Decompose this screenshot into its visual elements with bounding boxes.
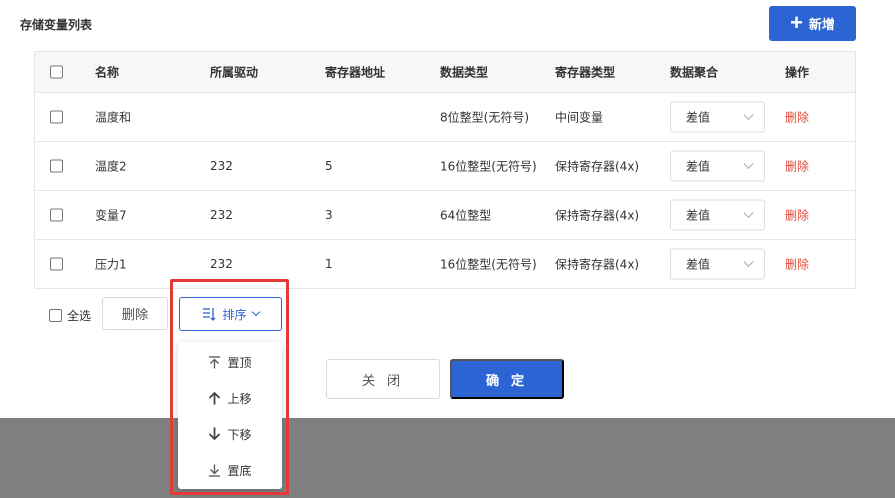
page-title: 存储变量列表 [20, 18, 93, 32]
row-checkbox[interactable] [50, 159, 63, 173]
cell-driver: 232 [210, 208, 233, 222]
aggregate-select[interactable]: 差值 [670, 199, 765, 231]
cell-name: 温度和 [95, 110, 132, 125]
select-all[interactable]: 全选 [49, 307, 91, 324]
select-all-label: 全选 [67, 309, 92, 323]
to-top-icon [209, 355, 221, 368]
aggregate-select[interactable]: 差值 [670, 101, 765, 133]
select-all-header-checkbox[interactable] [50, 65, 63, 79]
row-checkbox-wrap [50, 159, 63, 173]
menu-item-label: 上移 [227, 391, 252, 406]
delete-link[interactable]: 删除 [785, 207, 809, 224]
table-row: 压力1 232 1 16位整型(无符号) 保持寄存器(4x) 差值 删除 [35, 240, 855, 289]
aggregate-value: 差值 [686, 208, 711, 223]
header-register-type: 寄存器类型 [555, 65, 616, 80]
header-checkbox-wrap [50, 65, 63, 79]
menu-item-label: 下移 [227, 427, 252, 442]
sort-button-label: 排序 [222, 307, 247, 322]
cell-data-type: 64位整型 [440, 208, 492, 223]
row-checkbox[interactable] [50, 110, 63, 124]
cell-address: 1 [325, 257, 333, 271]
cell-register-type: 保持寄存器(4x) [555, 208, 640, 223]
cell-data-type: 16位整型(无符号) [440, 257, 537, 272]
aggregate-value: 差值 [686, 257, 711, 272]
row-checkbox-wrap [50, 110, 63, 124]
chevron-down-icon [743, 208, 754, 218]
table-row: 温度和 8位整型(无符号) 中间变量 差值 删除 [35, 93, 855, 142]
aggregate-value: 差值 [686, 110, 711, 125]
menu-item-move-down[interactable]: 下移 [178, 416, 282, 452]
arrow-down-icon [209, 427, 221, 441]
menu-item-label: 置顶 [227, 355, 252, 370]
add-button-label: 新增 [808, 17, 835, 32]
aggregate-select-wrap: 差值 [670, 150, 765, 182]
arrow-up-icon [209, 391, 221, 405]
header-action: 操作 [785, 65, 810, 80]
aggregate-select[interactable]: 差值 [670, 248, 765, 280]
row-checkbox[interactable] [50, 208, 63, 222]
aggregate-value: 差值 [686, 159, 711, 174]
aggregate-select-wrap: 差值 [670, 248, 765, 280]
header-name: 名称 [95, 65, 120, 80]
menu-item-to-bottom[interactable]: 置底 [178, 452, 282, 488]
close-button[interactable]: 关 闭 [326, 359, 440, 399]
cell-driver: 232 [210, 159, 233, 173]
table-header-row: 名称 所属驱动 寄存器地址 数据类型 寄存器类型 数据聚合 操作 [35, 52, 855, 93]
row-checkbox-wrap [50, 257, 63, 271]
row-checkbox[interactable] [50, 257, 63, 271]
cell-register-type: 保持寄存器(4x) [555, 159, 640, 174]
cell-address: 3 [325, 208, 333, 222]
cell-data-type: 16位整型(无符号) [440, 159, 537, 174]
cell-data-type: 8位整型(无符号) [440, 110, 529, 125]
menu-item-to-top[interactable]: 置顶 [178, 344, 282, 380]
table-row: 变量7 232 3 64位整型 保持寄存器(4x) 差值 删除 [35, 191, 855, 240]
sort-button[interactable]: 排序 [179, 297, 282, 331]
select-all-checkbox[interactable] [49, 309, 62, 322]
sort-icon [203, 308, 216, 321]
dialog-panel: 存储变量列表 + 新增 名称 所属驱动 寄存器地址 数据类型 寄存器类型 数据聚… [0, 0, 895, 418]
sort-dropdown-menu: 置顶 上移 下移 置底 [178, 342, 282, 489]
header-address: 寄存器地址 [325, 65, 386, 80]
row-checkbox-wrap [50, 208, 63, 222]
aggregate-select[interactable]: 差值 [670, 150, 765, 182]
aggregate-select-wrap: 差值 [670, 101, 765, 133]
cell-address: 5 [325, 159, 333, 173]
chevron-down-icon [743, 159, 754, 169]
cell-driver: 232 [210, 257, 233, 271]
cell-register-type: 中间变量 [555, 110, 604, 125]
to-bottom-icon [209, 464, 221, 477]
bulk-delete-button[interactable]: 删除 [102, 297, 168, 330]
header-aggregate: 数据聚合 [670, 65, 719, 80]
table-row: 温度2 232 5 16位整型(无符号) 保持寄存器(4x) 差值 删除 [35, 142, 855, 191]
delete-link[interactable]: 删除 [785, 158, 809, 175]
header-data-type: 数据类型 [440, 65, 489, 80]
cell-name: 压力1 [95, 257, 127, 272]
confirm-button[interactable]: 确 定 [450, 359, 564, 399]
chevron-down-icon [251, 307, 260, 317]
aggregate-select-wrap: 差值 [670, 199, 765, 231]
delete-link[interactable]: 删除 [785, 109, 809, 126]
menu-item-move-up[interactable]: 上移 [178, 380, 282, 416]
chevron-down-icon [743, 257, 754, 267]
add-button[interactable]: + 新增 [769, 6, 856, 41]
delete-link[interactable]: 删除 [785, 256, 809, 273]
header-driver: 所属驱动 [210, 65, 259, 80]
cell-register-type: 保持寄存器(4x) [555, 257, 640, 272]
variable-table: 名称 所属驱动 寄存器地址 数据类型 寄存器类型 数据聚合 操作 温度和 8位整… [34, 51, 856, 289]
chevron-down-icon [743, 110, 754, 120]
menu-item-label: 置底 [227, 463, 252, 478]
plus-icon: + [790, 9, 803, 35]
cell-name: 温度2 [95, 159, 127, 174]
cell-name: 变量7 [95, 208, 127, 223]
